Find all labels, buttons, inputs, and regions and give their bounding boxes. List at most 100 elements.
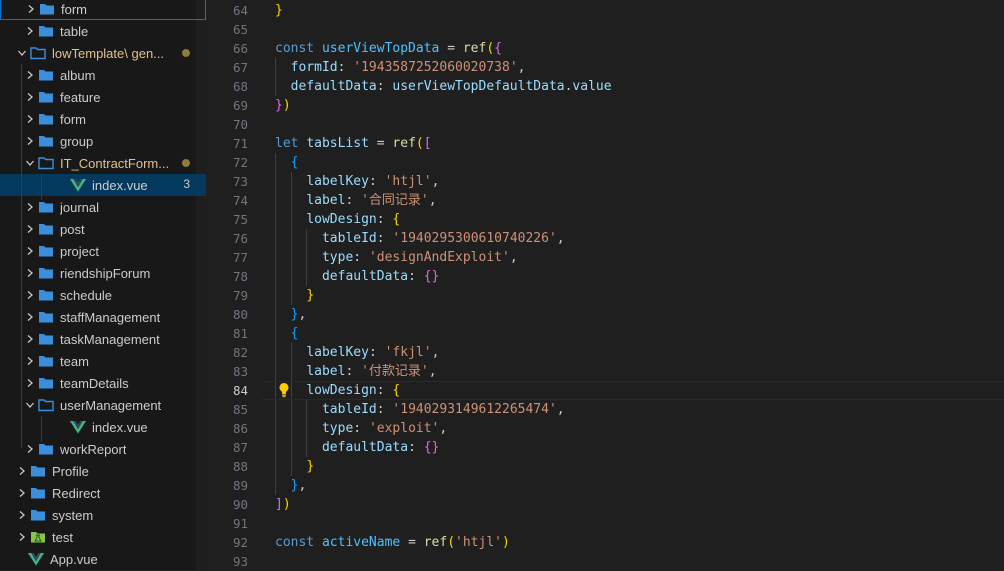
folder-item-team[interactable]: team (0, 350, 206, 372)
code-token: { (392, 383, 401, 398)
explorer-item-label: index.vue (92, 177, 148, 193)
code-token: tableId (321, 231, 377, 246)
chevron-down-icon[interactable] (22, 394, 38, 416)
folder-item-it-contractform[interactable]: IT_ContractForm... (0, 152, 206, 174)
file-item-app-vue[interactable]: App.vue (0, 548, 206, 570)
folder-icon (38, 310, 54, 324)
chevron-right-icon[interactable] (22, 20, 38, 42)
folder-item-form[interactable]: form (0, 0, 206, 20)
folder-icon (38, 354, 54, 368)
folder-item-post[interactable]: post (0, 218, 206, 240)
code-token: , (517, 60, 526, 75)
chevron-down-icon[interactable] (14, 42, 30, 64)
chevron-right-icon[interactable] (23, 0, 39, 20)
chevron-right-icon[interactable] (22, 306, 38, 328)
chevron-right-icon[interactable] (22, 262, 38, 284)
chevron-right-icon[interactable] (22, 86, 38, 108)
explorer-item-label: table (60, 23, 89, 39)
folder-item-riendshipforum[interactable]: riendshipForum (0, 262, 206, 284)
code-token: : (337, 60, 354, 75)
explorer-item-label: IT_ContractForm... (60, 155, 170, 171)
line-number: 76 (232, 231, 248, 246)
modified-dot (182, 159, 190, 167)
line-number: 90 (232, 497, 248, 512)
chevron-right-icon[interactable] (22, 284, 38, 306)
code-token: activeName (321, 535, 401, 550)
chevron-right-icon[interactable] (22, 196, 38, 218)
folder-item-album[interactable]: album (0, 64, 206, 86)
code-token: defaultData (290, 79, 377, 94)
chevron-right-icon[interactable] (22, 240, 38, 262)
folder-item-project[interactable]: project (0, 240, 206, 262)
line-number: 75 (232, 212, 248, 227)
test-folder-icon (30, 530, 46, 544)
chevron-right-icon[interactable] (14, 460, 30, 482)
tree-indent-guide (41, 416, 42, 442)
folder-item-test[interactable]: test (0, 526, 206, 548)
folder-item-profile[interactable]: Profile (0, 460, 206, 482)
folder-item-schedule[interactable]: schedule (0, 284, 206, 306)
code-token: : (368, 345, 385, 360)
folder-icon (38, 112, 54, 126)
code-token: , (431, 345, 440, 360)
chevron-right-icon[interactable] (22, 328, 38, 350)
chevron-right-icon[interactable] (22, 218, 38, 240)
folder-item-staffmanagement[interactable]: staffManagement (0, 306, 206, 328)
folder-item-redirect[interactable]: Redirect (0, 482, 206, 504)
chevron-right-icon[interactable] (22, 130, 38, 152)
explorer-item-label: team (60, 353, 89, 369)
chevron-right-icon[interactable] (14, 504, 30, 526)
chevron-right-icon[interactable] (14, 526, 30, 548)
folder-item-table[interactable]: table (0, 20, 206, 42)
code-token: type (321, 250, 354, 265)
chevron-right-icon[interactable] (14, 482, 30, 504)
file-item-index-vue[interactable]: index.vue (0, 416, 206, 438)
folder-icon (38, 288, 54, 302)
code-token: lowDesign (306, 383, 377, 398)
explorer-item-label: album (60, 67, 96, 83)
chevron-right-icon[interactable] (22, 438, 38, 460)
code-token: {} (423, 440, 440, 455)
folder-item-usermanagement[interactable]: userManagement (0, 394, 206, 416)
code-line: const userViewTopData = ref({ (275, 39, 502, 58)
folder-icon (38, 266, 54, 280)
code-line: { (275, 153, 299, 172)
folder-item-workreport[interactable]: workReport (0, 438, 206, 460)
chevron-right-icon[interactable] (22, 350, 38, 372)
folder-item-teamdetails[interactable]: teamDetails (0, 372, 206, 394)
folder-icon (38, 200, 54, 214)
code-token: labelKey (306, 345, 369, 360)
code-token: '1940293149612265474' (392, 402, 557, 417)
folder-icon (38, 376, 54, 390)
folder-item-lowtemplate-gen[interactable]: lowTemplate\ gen... (0, 42, 206, 64)
code-token: formId (290, 60, 338, 75)
code-editor[interactable]: } const userViewTopData = ref({ formId: '… (262, 0, 1004, 570)
folder-icon (30, 464, 46, 478)
line-number: 66 (232, 41, 248, 56)
line-number: 84 (232, 383, 248, 398)
folder-item-journal[interactable]: journal (0, 196, 206, 218)
code-token: , (428, 364, 437, 379)
folder-item-system[interactable]: system (0, 504, 206, 526)
file-item-index-vue[interactable]: index.vue 3 (0, 174, 206, 196)
folder-item-group[interactable]: group (0, 130, 206, 152)
chevron-right-icon[interactable] (22, 108, 38, 130)
folder-icon (30, 508, 46, 522)
chevron-down-icon[interactable] (22, 152, 38, 174)
folder-item-taskmanagement[interactable]: taskManagement (0, 328, 206, 350)
chevron-right-icon[interactable] (22, 372, 38, 394)
explorer-item-label: userManagement (60, 397, 162, 413)
folder-item-form[interactable]: form (0, 108, 206, 130)
code-token: [ (423, 136, 432, 151)
code-token: 'designAndExploit' (368, 250, 510, 265)
folder-item-feature[interactable]: feature (0, 86, 206, 108)
chevron-right-icon[interactable] (22, 64, 38, 86)
code-line: lowDesign: { (275, 210, 400, 229)
line-number: 85 (232, 402, 248, 417)
